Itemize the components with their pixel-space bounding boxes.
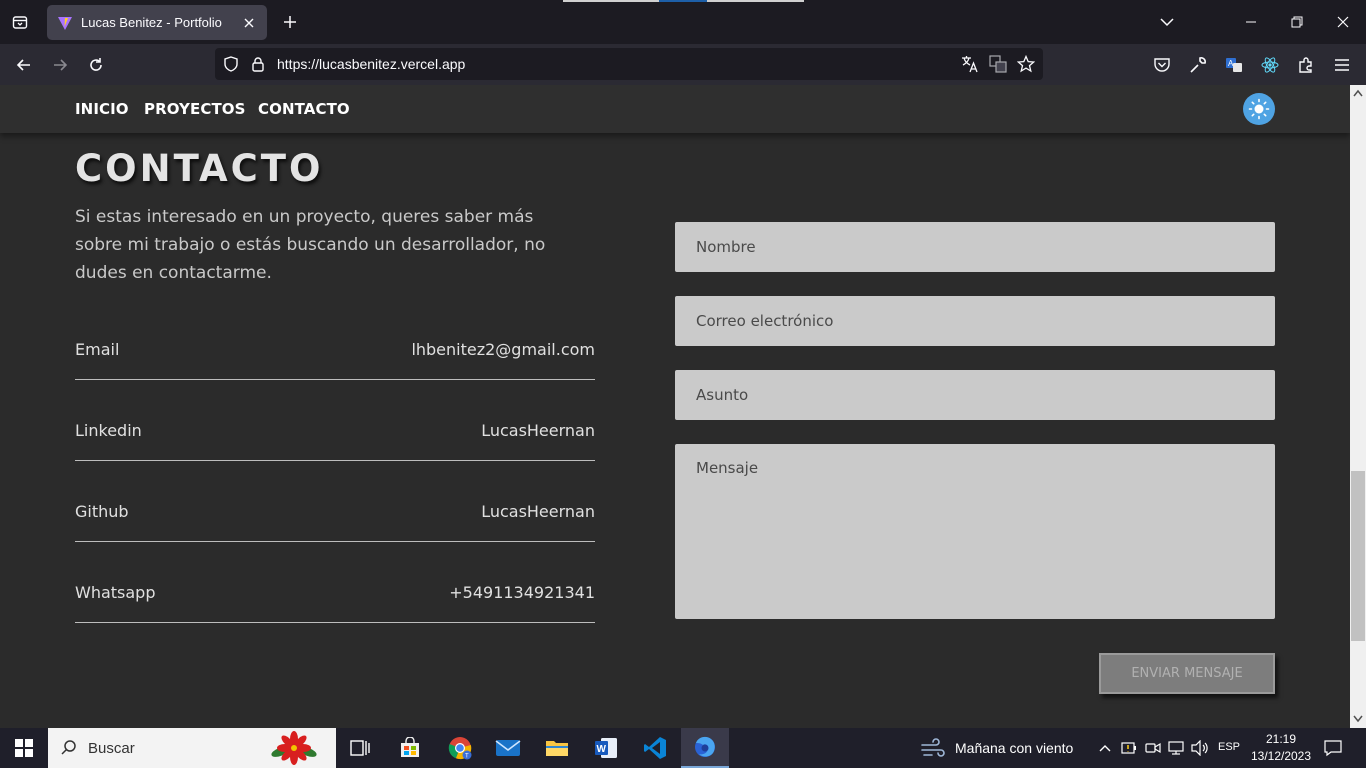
- minimize-icon[interactable]: [1228, 0, 1274, 44]
- sun-icon: [1248, 98, 1270, 120]
- contact-label: Email: [75, 340, 120, 359]
- message-textarea[interactable]: [675, 444, 1275, 619]
- scroll-up-arrow-icon[interactable]: [1353, 88, 1363, 98]
- scrollbar-thumb[interactable]: [1351, 471, 1365, 641]
- bookmark-star-icon[interactable]: [1016, 54, 1036, 74]
- contact-label: Linkedin: [75, 421, 142, 440]
- weather-text: Mañana con viento: [955, 740, 1074, 756]
- contact-row-email: Email lhbenitez2@gmail.com: [75, 340, 595, 380]
- wind-icon: [921, 738, 945, 757]
- scroll-down-arrow-icon[interactable]: [1353, 714, 1363, 724]
- battery-warning-icon[interactable]: [1119, 728, 1139, 768]
- contact-heading: CONTACTO: [75, 147, 324, 190]
- contact-value[interactable]: LucasHeernan: [481, 502, 595, 521]
- contact-value[interactable]: lhbenitez2@gmail.com: [411, 340, 595, 359]
- vite-favicon-icon: [58, 16, 72, 30]
- subject-input[interactable]: [675, 370, 1275, 420]
- file-explorer-icon[interactable]: [533, 728, 581, 768]
- search-label: Buscar: [88, 739, 135, 757]
- wrench-icon[interactable]: [1187, 54, 1209, 76]
- clock-time: 21:19: [1265, 732, 1297, 746]
- contact-row-whatsapp: Whatsapp +5491134921341: [75, 583, 595, 623]
- clock-date: 13/12/2023: [1250, 749, 1312, 763]
- contact-row-github: Github LucasHeernan: [75, 502, 595, 542]
- restore-icon[interactable]: [1274, 0, 1320, 44]
- contact-row-linkedin: Linkedin LucasHeernan: [75, 421, 595, 461]
- page-translate-icon[interactable]: [988, 54, 1008, 74]
- translate-icon[interactable]: [960, 54, 980, 74]
- contact-label: Whatsapp: [75, 583, 156, 602]
- language-indicator[interactable]: ESP: [1218, 741, 1240, 753]
- email-input[interactable]: [675, 296, 1275, 346]
- reload-icon[interactable]: [83, 52, 109, 78]
- list-all-tabs-icon[interactable]: [8, 10, 32, 34]
- name-input[interactable]: [675, 222, 1275, 272]
- close-window-icon[interactable]: [1320, 0, 1366, 44]
- notifications-icon[interactable]: [1318, 728, 1348, 768]
- site-header: INICIO PROYECTOS CONTACTO: [0, 85, 1350, 133]
- theme-toggle-button[interactable]: [1243, 93, 1275, 125]
- url-text: https://lucasbenitez.vercel.app: [277, 56, 466, 72]
- windows-start-icon[interactable]: [0, 728, 48, 768]
- taskbar-clock[interactable]: 21:19 13/12/2023: [1250, 731, 1312, 765]
- new-tab-icon[interactable]: [278, 10, 302, 34]
- react-devtools-icon[interactable]: [1259, 54, 1281, 76]
- menu-hamburger-icon[interactable]: [1331, 54, 1353, 76]
- contact-value[interactable]: +5491134921341: [449, 583, 595, 602]
- network-icon[interactable]: [1166, 728, 1186, 768]
- browser-tab[interactable]: Lucas Benitez - Portfolio: [47, 5, 267, 40]
- shield-icon[interactable]: [221, 54, 241, 74]
- page-content: INICIO PROYECTOS CONTACTO CONTACTO Si es…: [0, 85, 1350, 728]
- tab-title: Lucas Benitez - Portfolio: [81, 15, 222, 30]
- svg-text:T: T: [465, 754, 469, 760]
- poinsettia-icon: [271, 731, 317, 765]
- search-icon: [61, 740, 76, 755]
- forward-icon[interactable]: [47, 52, 73, 78]
- back-icon[interactable]: [11, 52, 37, 78]
- page-scrollbar[interactable]: [1350, 85, 1366, 728]
- translator-extension-icon[interactable]: A: [1223, 54, 1245, 76]
- close-tab-icon[interactable]: [241, 15, 257, 31]
- vscode-icon[interactable]: [631, 728, 679, 768]
- nav-link-contacto[interactable]: CONTACTO: [258, 100, 350, 118]
- windows-taskbar: Buscar T W Mañana con viento ESP 21:19 1…: [0, 728, 1366, 768]
- contact-intro: Si estas interesado en un proyecto, quer…: [75, 207, 546, 283]
- send-message-button[interactable]: ENVIAR MENSAJE: [1099, 653, 1275, 694]
- extensions-puzzle-icon[interactable]: [1295, 54, 1317, 76]
- browser-tab-bar: Lucas Benitez - Portfolio: [0, 0, 1366, 44]
- mail-icon[interactable]: [484, 728, 532, 768]
- svg-text:W: W: [597, 744, 607, 755]
- contact-value[interactable]: LucasHeernan: [481, 421, 595, 440]
- meet-now-icon[interactable]: [1143, 728, 1163, 768]
- chrome-icon[interactable]: T: [436, 728, 484, 768]
- pocket-icon[interactable]: [1151, 54, 1173, 76]
- address-bar[interactable]: https://lucasbenitez.vercel.app: [215, 48, 1043, 80]
- tray-chevron-up-icon[interactable]: [1096, 728, 1114, 768]
- contact-label: Github: [75, 502, 129, 521]
- tab-overflow-chevron-icon[interactable]: [1144, 0, 1190, 44]
- lock-icon[interactable]: [248, 54, 268, 74]
- volume-icon[interactable]: [1190, 728, 1210, 768]
- task-view-icon[interactable]: [336, 728, 384, 768]
- loading-strip: [563, 0, 804, 2]
- nav-link-proyectos[interactable]: PROYECTOS: [144, 100, 246, 118]
- taskbar-search[interactable]: Buscar: [48, 728, 336, 768]
- microsoft-store-icon[interactable]: [386, 728, 434, 768]
- weather-widget[interactable]: Mañana con viento: [920, 728, 1073, 768]
- word-icon[interactable]: W: [582, 728, 630, 768]
- firefox-icon[interactable]: [681, 728, 729, 768]
- nav-link-inicio[interactable]: INICIO: [75, 100, 129, 118]
